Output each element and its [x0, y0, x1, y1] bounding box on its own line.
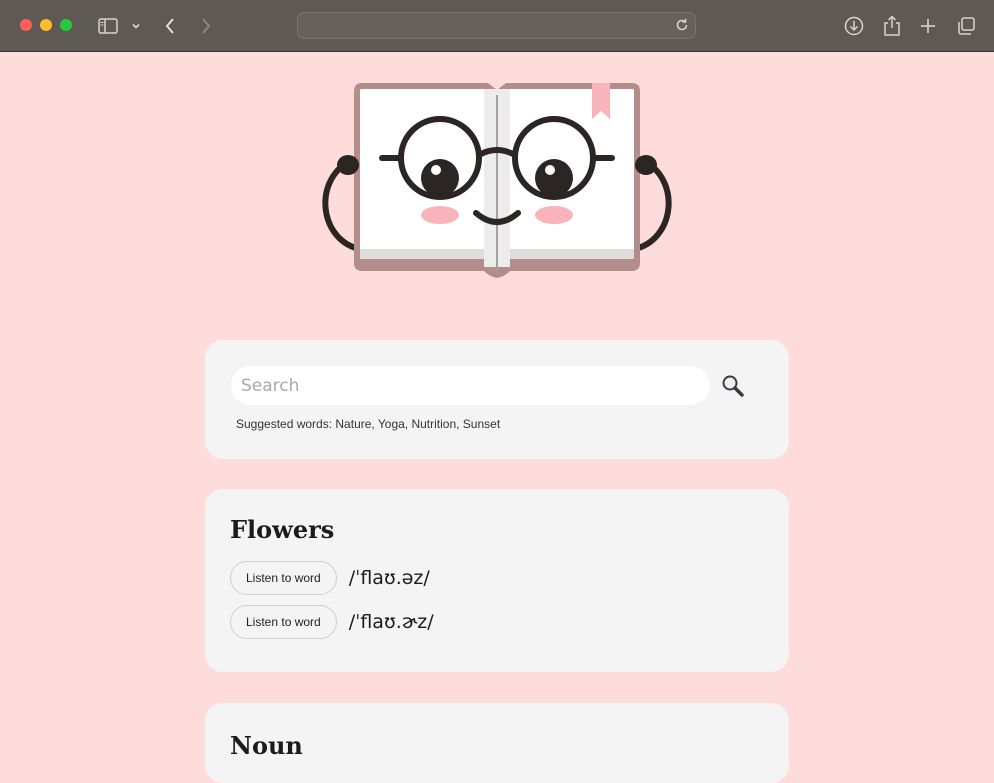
pronunciation-row: Listen to word /ˈflaʊ.əz/	[230, 561, 430, 595]
downloads-icon[interactable]	[843, 12, 865, 40]
forward-icon[interactable]	[197, 12, 215, 40]
search-input[interactable]	[231, 366, 710, 405]
zoom-window-button[interactable]	[60, 19, 72, 31]
book-mascot-logo	[322, 83, 672, 278]
listen-to-word-button[interactable]: Listen to word	[230, 605, 337, 639]
address-bar[interactable]	[297, 12, 696, 39]
share-icon[interactable]	[881, 12, 903, 40]
suggested-words: Suggested words: Nature, Yoga, Nutrition…	[236, 417, 501, 431]
browser-toolbar	[0, 0, 994, 52]
phonetic-text: /ˈflaʊ.ɚz/	[348, 611, 434, 633]
part-of-speech-heading: Noun	[230, 731, 303, 760]
close-window-button[interactable]	[20, 19, 32, 31]
new-tab-icon[interactable]	[918, 12, 938, 40]
word-card: Flowers Listen to word /ˈflaʊ.əz/ Listen…	[205, 489, 789, 672]
meaning-card: Noun	[205, 703, 789, 783]
sidebar-toggle-icon[interactable]	[97, 12, 119, 40]
minimize-window-button[interactable]	[40, 19, 52, 31]
back-icon[interactable]	[161, 12, 179, 40]
search-card: Suggested words: Nature, Yoga, Nutrition…	[205, 340, 789, 459]
pronunciation-row: Listen to word /ˈflaʊ.ɚz/	[230, 605, 434, 639]
page-content: Suggested words: Nature, Yoga, Nutrition…	[0, 53, 994, 783]
reload-icon[interactable]	[674, 17, 690, 37]
listen-to-word-button[interactable]: Listen to word	[230, 561, 337, 595]
chevron-down-icon[interactable]	[130, 12, 142, 40]
phonetic-text: /ˈflaʊ.əz/	[348, 567, 430, 589]
tab-overview-icon[interactable]	[955, 12, 977, 40]
search-icon[interactable]	[721, 374, 745, 398]
word-title: Flowers	[230, 515, 335, 544]
